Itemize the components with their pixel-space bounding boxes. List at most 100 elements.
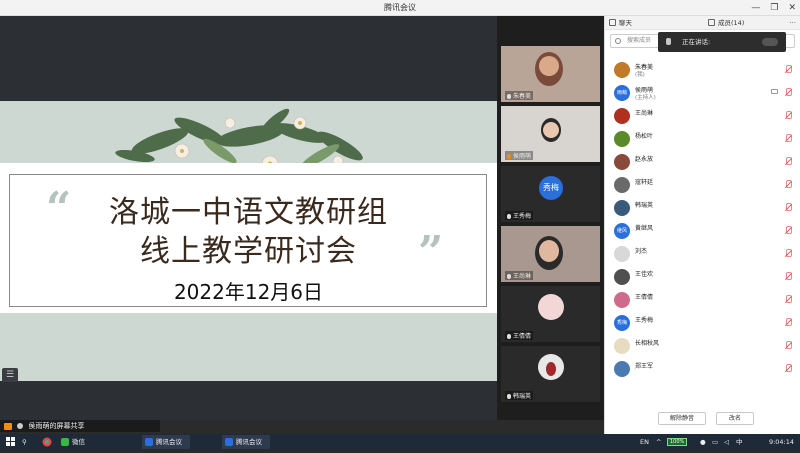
member-avatar [614,62,630,78]
microphone-icon [666,38,671,45]
participant-face [539,56,559,76]
member-row[interactable]: 杨松叶 [614,129,794,151]
member-row[interactable]: 韩瑞英 [614,198,794,220]
video-tile[interactable]: 王尚琳 [501,226,600,282]
taskbar-meeting-1[interactable]: 腾讯会议 [142,435,190,449]
member-avatar [614,177,630,193]
muted-mic-icon[interactable] [785,180,792,188]
video-tile[interactable]: 侯雨萌 [501,106,600,162]
wechat-tray-icon[interactable]: ● [700,434,706,450]
muted-mic-icon[interactable] [785,111,792,119]
member-avatar: 雨萌 [614,85,630,101]
tab-chat[interactable]: 聊天 [605,16,638,29]
panel-footer: 解除静音 改名 [604,408,800,432]
video-tile[interactable]: 秀梅 王秀梅 [501,166,600,222]
member-name: 长相秋风 [635,340,660,347]
participant-avatar: 秀梅 [539,176,563,200]
microphone-icon [17,423,24,429]
speaker-thumbnail [762,38,778,46]
search-icon[interactable]: ⚲ [22,434,27,450]
microphone-icon [507,214,511,219]
muted-mic-icon[interactable] [785,249,792,257]
chevron-up-icon[interactable]: ^ [656,434,661,450]
avatar-figure [546,362,556,376]
member-name: 杨松叶 [635,133,654,140]
member-row[interactable]: 赵永放 [614,152,794,174]
participant-face [539,240,559,262]
battery-indicator[interactable]: 100% [667,438,688,446]
unmute-all-button[interactable]: 解除静音 [658,412,706,425]
camera-icon[interactable] [771,89,778,94]
close-icon[interactable]: ✕ [788,0,796,16]
clock[interactable]: 9:04:14 [769,434,794,450]
member-row[interactable]: 王佳欢 [614,267,794,289]
slide-date: 2022年12月6日 [173,280,324,304]
slide-title-line2: 线上教学研讨会 [140,234,357,269]
member-name: 王尚琳 [635,110,654,117]
list-toggle-button[interactable]: ☰ [2,368,18,382]
microphone-icon [507,274,511,279]
shared-screen: “ ” 洛城一中语文教研组 线上教学研讨会 2022年12月6日 ☰ [0,16,497,420]
muted-mic-icon[interactable] [785,295,792,303]
member-avatar [614,200,630,216]
video-tile-name: 韩瑞英 [505,391,534,400]
taskbar-meeting-2[interactable]: 腾讯会议 [222,435,270,449]
member-avatar [614,131,630,147]
network-icon[interactable]: ▭ [712,434,718,450]
muted-mic-icon[interactable] [785,134,792,142]
volume-icon[interactable]: ◁ [724,434,729,450]
member-name: 韩瑞英 [635,202,654,209]
member-row[interactable]: 长相秋风 [614,336,794,358]
muted-mic-icon[interactable] [785,272,792,280]
muted-mic-icon[interactable] [785,364,792,372]
video-tile[interactable]: 王倩倩 [501,286,600,342]
more-icon[interactable]: ··· [789,16,796,30]
member-avatar [614,269,630,285]
video-tile-name: 王倩倩 [505,331,534,340]
browser-icon[interactable] [42,434,52,450]
microphone-icon [507,94,511,99]
screen-share-bar[interactable]: 侯雨萌的屏幕共享 [0,420,160,432]
video-tile-name: 王尚琳 [505,271,534,280]
screen-share-label: 侯雨萌的屏幕共享 [28,422,85,430]
member-avatar [614,154,630,170]
member-row[interactable]: 雨萌 侯雨萌 (主持人) [614,83,794,105]
windows-start-icon[interactable] [6,434,15,450]
microphone-icon [507,334,511,339]
taskbar-wechat[interactable]: 微信 [58,435,93,449]
member-role: (我) [635,72,645,78]
video-tile[interactable]: 朱春美 [501,46,600,102]
window-title: 腾讯会议 [0,0,800,16]
muted-mic-icon[interactable] [785,203,792,211]
restore-icon[interactable]: ❐ [770,0,778,16]
member-row[interactable]: 刘杰 [614,244,794,266]
muted-mic-icon[interactable] [785,318,792,326]
member-row[interactable]: 朱春美 (我) [614,60,794,82]
search-placeholder: 搜索成员 [627,37,652,44]
muted-mic-icon[interactable] [785,157,792,165]
microphone-icon [507,154,511,159]
video-tile[interactable]: 韩瑞英 [501,346,600,402]
microphone-icon [507,394,511,399]
window-controls: — ❐ ✕ [751,0,796,16]
minimize-icon[interactable]: — [751,0,760,16]
member-name: 黄继风 [635,225,654,232]
member-avatar [614,246,630,262]
tab-members[interactable]: 成员(14) [704,16,750,29]
member-row[interactable]: 继风 黄继风 [614,221,794,243]
member-row[interactable]: 郑王军 [614,359,794,381]
member-avatar [614,108,630,124]
member-row[interactable]: 王尚琳 [614,106,794,128]
member-name: 寇轩廷 [635,179,654,186]
muted-mic-icon[interactable] [785,88,792,96]
muted-mic-icon[interactable] [785,226,792,234]
video-tile-name: 王秀梅 [505,211,534,220]
rename-button[interactable]: 改名 [716,412,754,425]
member-row[interactable]: 寇轩廷 [614,175,794,197]
member-row[interactable]: 王倩倩 [614,290,794,312]
muted-mic-icon[interactable] [785,65,792,73]
ime-indicator[interactable]: EN [640,434,649,450]
member-row[interactable]: 秀梅 王秀梅 [614,313,794,335]
ime-chinese-icon[interactable]: 中 [736,434,743,450]
muted-mic-icon[interactable] [785,341,792,349]
